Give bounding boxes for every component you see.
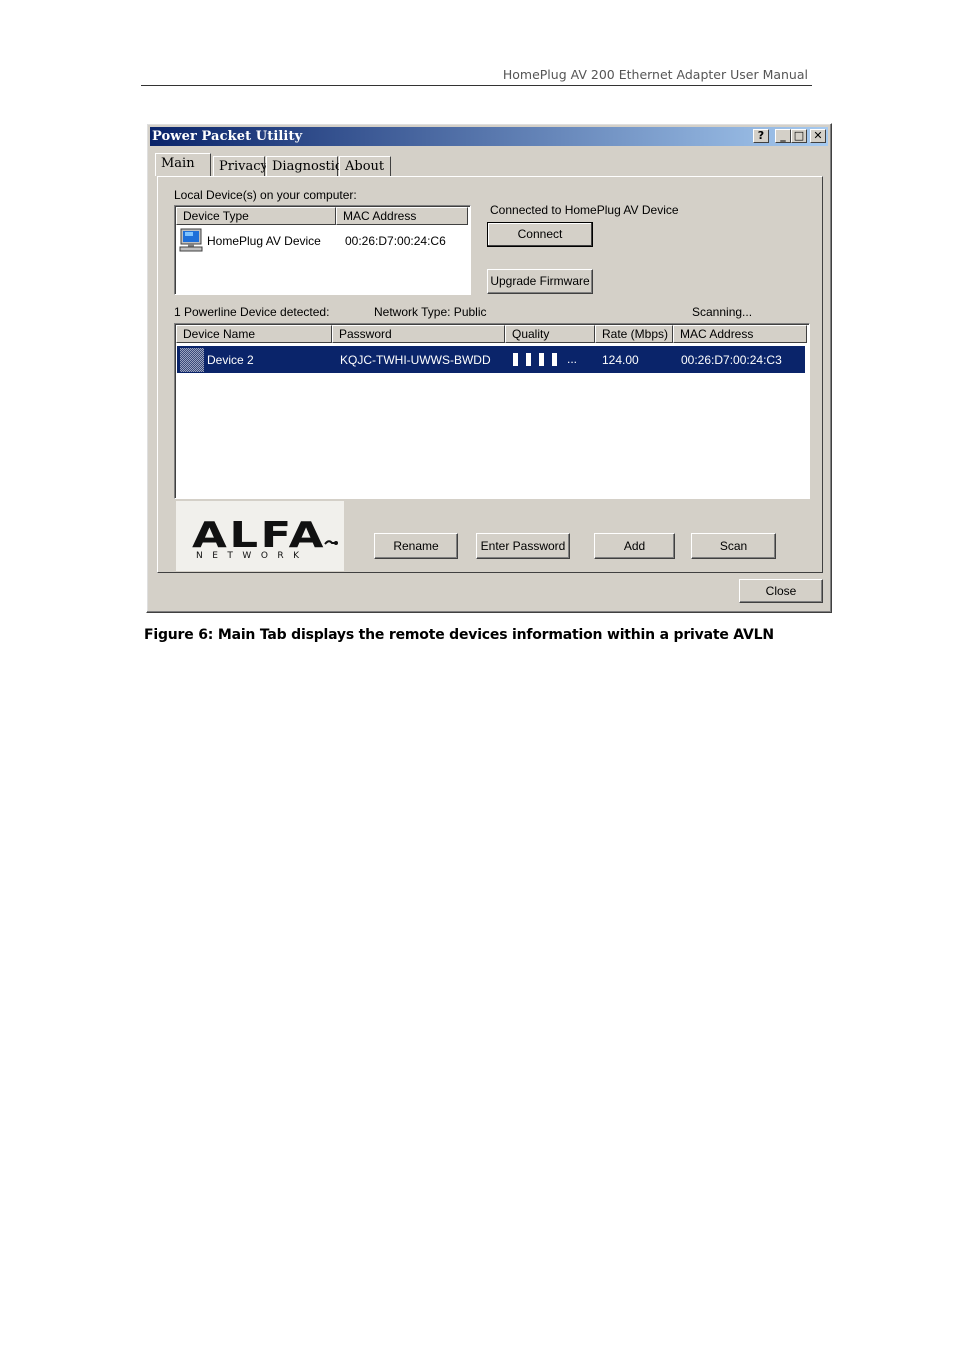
quality-bar xyxy=(539,353,544,366)
logo-word: ALFA xyxy=(192,515,326,556)
remote-device-name: Device 2 xyxy=(207,353,254,367)
header-rule xyxy=(141,85,812,86)
device-icon xyxy=(180,348,204,372)
local-devices-label: Local Device(s) on your computer: xyxy=(174,188,357,202)
close-window-button[interactable]: ✕ xyxy=(810,129,826,143)
scan-button[interactable]: Scan xyxy=(691,533,776,559)
close-icon: ✕ xyxy=(813,129,823,142)
power-packet-utility-window: Power Packet Utility ? _ □ ✕ Main Privac… xyxy=(146,123,832,613)
local-device-row[interactable]: HomePlug AV Device 00:26:D7:00:24:C6 xyxy=(176,226,469,254)
column-mac-address[interactable]: MAC Address xyxy=(336,207,468,225)
column-password[interactable]: Password xyxy=(332,325,505,343)
remote-device-mac: 00:26:D7:00:24:C3 xyxy=(681,353,782,367)
quality-indicator: ... xyxy=(513,352,593,367)
close-button[interactable]: Close xyxy=(739,579,823,603)
tab-about-label: About xyxy=(345,159,385,174)
main-tab-panel: Local Device(s) on your computer: Device… xyxy=(157,176,823,573)
minimize-icon: _ xyxy=(780,129,786,142)
remote-device-password: KQJC-TWHI-UWWS-BWDD xyxy=(340,353,491,367)
tab-main-label: Main xyxy=(161,156,195,171)
upgrade-firmware-button[interactable]: Upgrade Firmware xyxy=(487,269,593,294)
alfa-network-logo: ALFA NETWORK xyxy=(176,501,344,571)
help-button[interactable]: ? xyxy=(753,129,769,143)
maximize-icon: □ xyxy=(793,129,805,142)
connect-button[interactable]: Connect xyxy=(487,222,593,247)
plug-icon xyxy=(324,540,338,545)
quality-bar xyxy=(526,353,531,366)
column-device-type[interactable]: Device Type xyxy=(176,207,336,225)
local-device-mac: 00:26:D7:00:24:C6 xyxy=(345,234,446,248)
computer-icon xyxy=(179,228,203,252)
tab-main[interactable]: Main xyxy=(155,153,211,176)
tab-diagnostics[interactable]: Diagnostics xyxy=(266,156,349,176)
enter-password-button[interactable]: Enter Password xyxy=(476,533,570,559)
remote-devices-list[interactable]: Device Name Password Quality Rate (Mbps)… xyxy=(174,323,810,499)
add-button[interactable]: Add xyxy=(594,533,675,559)
network-type-label: Network Type: Public xyxy=(374,305,487,319)
quality-bar xyxy=(513,353,518,366)
quality-more: ... xyxy=(567,352,578,366)
window-title: Power Packet Utility xyxy=(152,129,303,144)
tab-about[interactable]: About xyxy=(339,156,391,176)
minimize-button[interactable]: _ xyxy=(775,129,791,143)
quality-bar xyxy=(552,353,557,366)
tab-privacy[interactable]: Privacy xyxy=(213,156,268,176)
column-rate[interactable]: Rate (Mbps) xyxy=(595,325,673,343)
powerline-count-label: 1 Powerline Device detected: xyxy=(174,305,330,319)
tab-diagnostics-label: Diagnostics xyxy=(272,159,349,174)
scan-status-label: Scanning... xyxy=(692,305,753,319)
title-bar[interactable]: Power Packet Utility ? _ □ ✕ xyxy=(150,127,828,146)
maximize-button[interactable]: □ xyxy=(791,129,807,143)
tab-privacy-label: Privacy xyxy=(219,159,268,174)
document-header-title: HomePlug AV 200 Ethernet Adapter User Ma… xyxy=(502,67,808,82)
table-row[interactable]: Device 2 KQJC-TWHI-UWWS-BWDD ... 124.00 … xyxy=(177,346,805,373)
rename-button[interactable]: Rename xyxy=(374,533,458,559)
help-icon: ? xyxy=(757,129,765,142)
local-device-type: HomePlug AV Device xyxy=(207,234,321,248)
logo-sub: NETWORK xyxy=(196,551,309,561)
column-device-name[interactable]: Device Name xyxy=(176,325,332,343)
column-quality[interactable]: Quality xyxy=(505,325,595,343)
remote-device-rate: 124.00 xyxy=(602,353,639,367)
figure-caption: Figure 6: Main Tab displays the remote d… xyxy=(144,627,774,643)
local-devices-list[interactable]: Device Type MAC Address HomePlug AV Devi… xyxy=(174,205,471,295)
column-remote-mac[interactable]: MAC Address xyxy=(673,325,807,343)
connection-status-label: Connected to HomePlug AV Device xyxy=(490,203,679,217)
